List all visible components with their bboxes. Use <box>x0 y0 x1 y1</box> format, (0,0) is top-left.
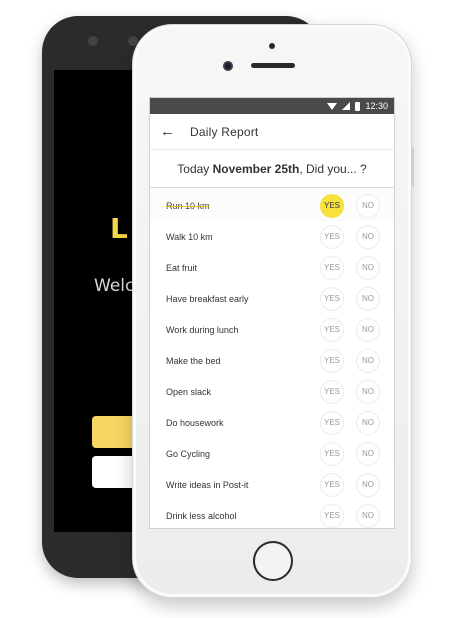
question-suffix: , Did you... ? <box>299 161 367 176</box>
task-name: Go Cycling <box>166 448 211 459</box>
no-button[interactable]: NO <box>356 503 380 528</box>
task-row: Make the bed YES NO <box>150 345 394 376</box>
no-button[interactable]: NO <box>356 317 380 342</box>
power-button <box>411 147 414 187</box>
wifi-icon <box>327 102 338 110</box>
task-name: Open slack <box>166 386 212 397</box>
no-button[interactable]: NO <box>356 193 380 218</box>
yes-button[interactable]: YES <box>320 224 344 249</box>
no-button[interactable]: NO <box>356 286 380 311</box>
yes-button[interactable]: YES <box>320 317 344 342</box>
task-row: Work during lunch YES NO <box>150 314 394 345</box>
yes-button[interactable]: YES <box>320 472 344 497</box>
task-name: Have breakfast early <box>166 293 249 304</box>
task-row: Run 10 km YES NO <box>150 190 394 221</box>
no-button[interactable]: NO <box>356 441 380 466</box>
yes-button[interactable]: YES <box>320 441 344 466</box>
yes-button[interactable]: YES <box>320 255 344 280</box>
task-name: Walk 10 km <box>166 231 213 242</box>
daily-question: Today November 25th, Did you... ? <box>150 150 394 188</box>
task-name: Write ideas in Post-it <box>166 479 249 490</box>
front-phone: 12:30 ← Daily Report Today November 25th… <box>132 24 414 598</box>
no-button[interactable]: NO <box>356 472 380 497</box>
task-name: Drink less alcohol <box>166 510 237 521</box>
app-bar: ← Daily Report <box>150 114 394 150</box>
task-row: Eat fruit YES NO <box>150 252 394 283</box>
camera-icon <box>88 36 98 46</box>
question-date: November 25th <box>212 161 300 176</box>
task-row: Have breakfast early YES NO <box>150 283 394 314</box>
no-button[interactable]: NO <box>356 224 380 249</box>
battery-icon <box>355 101 361 111</box>
signal-icon <box>342 102 351 110</box>
no-button[interactable]: NO <box>356 410 380 435</box>
task-list: Run 10 km YES NO Walk 10 km YES NO Eat fruit YE… <box>150 190 394 528</box>
task-row: Go Cycling YES NO <box>150 438 394 469</box>
yes-button[interactable]: YES <box>320 193 344 218</box>
task-name: Eat fruit <box>166 262 198 273</box>
back-app-logo: L <box>110 212 129 245</box>
task-row: Drink less alcohol YES NO <box>150 500 394 528</box>
task-row: Do housework YES NO <box>150 407 394 438</box>
question-prefix: Today <box>177 161 210 176</box>
no-button[interactable]: NO <box>356 348 380 373</box>
yes-button[interactable]: YES <box>320 286 344 311</box>
task-row: Write ideas in Post-it YES NO <box>150 469 394 500</box>
task-name: Make the bed <box>166 355 221 366</box>
task-row: Walk 10 km YES NO <box>150 221 394 252</box>
task-name: Do housework <box>166 417 224 428</box>
yes-button[interactable]: YES <box>320 503 344 528</box>
no-button[interactable]: NO <box>356 379 380 404</box>
earpiece-speaker <box>251 63 295 68</box>
task-row: Open slack YES NO <box>150 376 394 407</box>
task-name: Work during lunch <box>166 324 239 335</box>
yes-button[interactable]: YES <box>320 379 344 404</box>
arrow-left-icon[interactable]: ← <box>160 123 182 140</box>
home-button[interactable] <box>253 541 293 581</box>
yes-button[interactable]: YES <box>320 410 344 435</box>
front-camera-icon <box>223 61 233 71</box>
proximity-sensor-icon <box>269 43 275 49</box>
status-time: 12:30 <box>365 101 388 111</box>
phone-screen: 12:30 ← Daily Report Today November 25th… <box>149 97 395 529</box>
page-title: Daily Report <box>190 124 259 139</box>
task-name: Run 10 km <box>166 200 210 211</box>
status-bar: 12:30 <box>150 98 394 114</box>
no-button[interactable]: NO <box>356 255 380 280</box>
yes-button[interactable]: YES <box>320 348 344 373</box>
